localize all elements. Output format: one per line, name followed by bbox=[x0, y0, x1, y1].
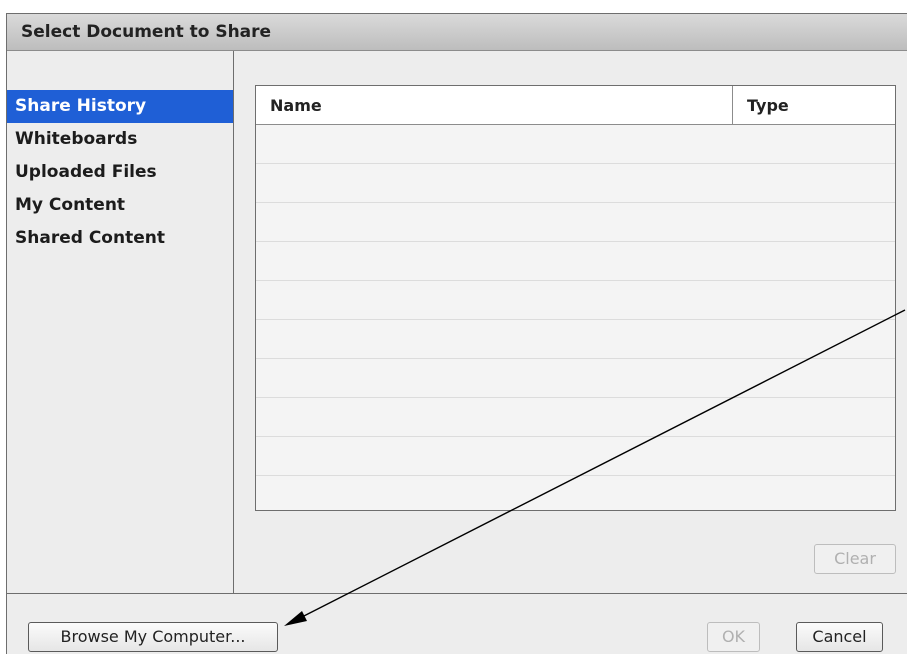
table-row bbox=[256, 281, 895, 320]
browse-my-computer-button[interactable]: Browse My Computer... bbox=[28, 622, 278, 652]
dialog-titlebar: Select Document to Share bbox=[7, 14, 907, 51]
ok-button[interactable]: OK bbox=[707, 622, 760, 652]
share-history-table[interactable]: Name Type bbox=[255, 85, 896, 511]
table-row bbox=[256, 242, 895, 281]
table-header: Name Type bbox=[256, 86, 895, 125]
column-header-type[interactable]: Type bbox=[747, 96, 789, 115]
select-document-dialog: Select Document to Share Share History W… bbox=[6, 13, 907, 654]
table-row bbox=[256, 437, 895, 476]
table-row bbox=[256, 125, 895, 164]
sidebar-list: Share History Whiteboards Uploaded Files… bbox=[7, 90, 233, 255]
table-row bbox=[256, 476, 895, 510]
clear-button[interactable]: Clear bbox=[814, 544, 896, 574]
table-row bbox=[256, 164, 895, 203]
sidebar-item-whiteboards[interactable]: Whiteboards bbox=[7, 123, 233, 156]
sidebar-item-shared-content[interactable]: Shared Content bbox=[7, 222, 233, 255]
dialog-title: Select Document to Share bbox=[21, 22, 272, 42]
table-row bbox=[256, 320, 895, 359]
column-divider[interactable] bbox=[732, 86, 733, 124]
sidebar-item-share-history[interactable]: Share History bbox=[7, 90, 233, 123]
content-panel: Name Type Clear bbox=[235, 51, 907, 593]
sidebar-item-my-content[interactable]: My Content bbox=[7, 189, 233, 222]
table-row bbox=[256, 203, 895, 242]
table-row bbox=[256, 359, 895, 398]
column-header-name[interactable]: Name bbox=[270, 96, 322, 115]
cancel-button[interactable]: Cancel bbox=[796, 622, 883, 652]
sidebar-item-uploaded-files[interactable]: Uploaded Files bbox=[7, 156, 233, 189]
dialog-footer: Browse My Computer... OK Cancel bbox=[7, 593, 907, 654]
table-row bbox=[256, 398, 895, 437]
content-source-sidebar: Share History Whiteboards Uploaded Files… bbox=[7, 51, 234, 593]
